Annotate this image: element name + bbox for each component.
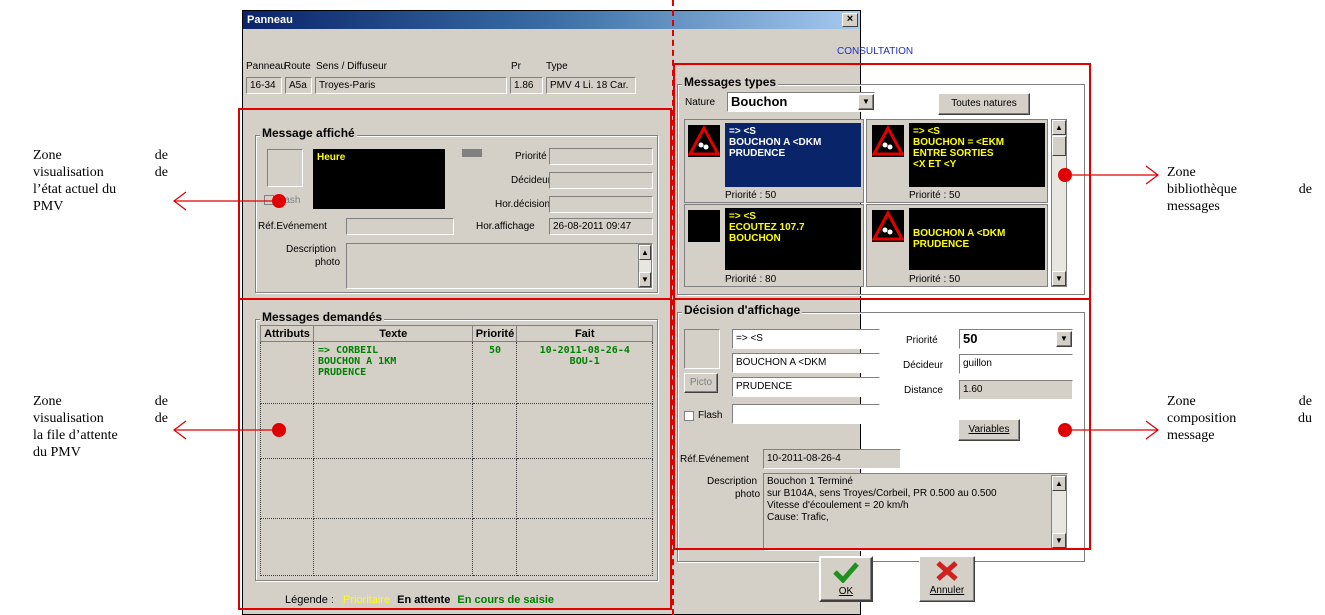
annotation-queue: Zone de visualisation de la file d’attente… (33, 394, 168, 460)
sens-field: Troyes-Paris (315, 77, 507, 94)
annotation-current-state: Zone de visualisation de l’état actuel du … (33, 148, 168, 214)
marker-dot (1058, 423, 1072, 437)
arrow-left-icon (173, 191, 272, 211)
panneau-field: 16-34 (246, 77, 282, 94)
header-route: Route (284, 61, 311, 72)
marker-dot (272, 194, 286, 208)
annuler-label: Annuler (929, 585, 965, 596)
zone-queue-box (238, 298, 672, 610)
marker-dot (1058, 168, 1072, 182)
route-field: A5a (285, 77, 312, 94)
window-title: Panneau (247, 14, 293, 26)
arrow-left-icon (173, 420, 272, 440)
checkmark-icon (833, 562, 859, 584)
ok-button[interactable]: OK (819, 556, 873, 602)
annotation-composition: Zone de composition du message (1167, 394, 1312, 443)
annuler-button[interactable]: Annuler (919, 556, 975, 602)
type-field: PMV 4 Li. 18 Car. (546, 77, 636, 94)
header-type: Type (546, 61, 568, 72)
zone-library-box (673, 63, 1091, 300)
arrow-right-icon (1072, 165, 1159, 185)
header-panneau: Panneau (246, 61, 287, 72)
zone-current-box (238, 108, 672, 300)
header-sens: Sens / Diffuseur (316, 61, 387, 72)
pr-field: 1.86 (510, 77, 543, 94)
arrow-right-icon (1072, 420, 1159, 440)
annotation-library: Zone bibliothèque de messages (1167, 165, 1312, 214)
marker-dot (272, 423, 286, 437)
ok-label: OK (838, 586, 854, 597)
close-icon[interactable]: × (842, 13, 858, 27)
header-pr: Pr (511, 61, 521, 72)
zone-composition-box (673, 298, 1091, 550)
window-titlebar[interactable]: Panneau × (243, 11, 860, 29)
mode-label: CONSULTATION (837, 46, 914, 57)
cross-icon (936, 561, 958, 581)
